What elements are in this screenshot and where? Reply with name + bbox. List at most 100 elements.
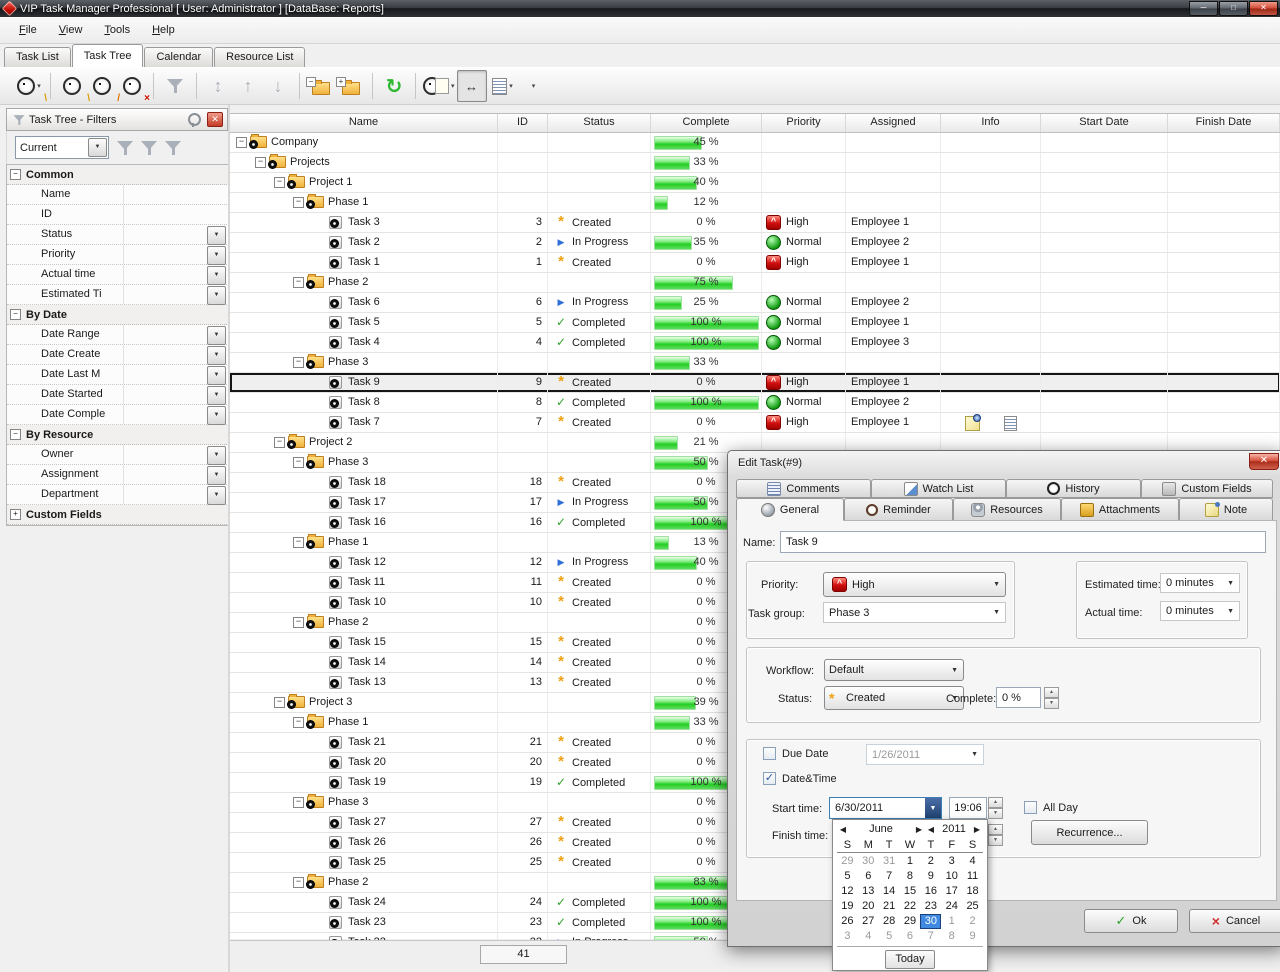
folder-row[interactable]: −Phase 333 % xyxy=(230,353,1280,373)
task-row[interactable]: Task 33*Created0 %^HighEmployee 1 xyxy=(230,213,1280,233)
tab-task-list[interactable]: Task List xyxy=(4,47,71,67)
calendar-day[interactable]: 8 xyxy=(941,929,962,944)
tree-collapse-icon[interactable]: − xyxy=(255,157,266,168)
task-name-input[interactable]: Task 9 xyxy=(780,531,1266,553)
new-item-button[interactable]: \▾ xyxy=(15,71,43,101)
task-row[interactable]: Task 66▶In Progress25 %NormalEmployee 2 xyxy=(230,293,1280,313)
calendar-day[interactable]: 5 xyxy=(837,869,858,884)
calendar-day[interactable]: 22 xyxy=(900,899,921,914)
priority-combobox[interactable]: ^ High ▼ xyxy=(823,572,1006,597)
tab-resource-list[interactable]: Resource List xyxy=(214,47,305,67)
fit-columns-button[interactable]: ↔ xyxy=(457,70,487,102)
filter-dropdown-button[interactable]: ▼ xyxy=(207,266,226,285)
date-time-checkbox[interactable]: ✓ xyxy=(763,772,776,785)
calendar-day[interactable]: 19 xyxy=(837,899,858,914)
toolbar-overflow-button[interactable]: ▾ xyxy=(519,71,547,101)
task-row[interactable]: Task 99*Created0 %^HighEmployee 1 xyxy=(230,373,1280,393)
folder-row[interactable]: −Projects33 % xyxy=(230,153,1280,173)
dialog-tab-custom-fields[interactable]: Custom Fields xyxy=(1141,479,1273,498)
filter-panel-close-button[interactable]: ✕ xyxy=(207,112,223,127)
move-down-button[interactable]: ↓ xyxy=(264,71,292,101)
filter-section-by-resource[interactable]: −By Resource xyxy=(7,425,229,445)
actual-time-combobox[interactable]: 0 minutes ▼ xyxy=(1160,601,1240,621)
start-time-input[interactable]: 19:06 xyxy=(949,797,987,819)
apply-filter-button[interactable] xyxy=(117,140,133,156)
calendar-day[interactable]: 24 xyxy=(941,899,962,914)
tree-collapse-icon[interactable]: − xyxy=(293,277,304,288)
calendar-day[interactable]: 23 xyxy=(920,899,941,914)
new-task-button[interactable]: \ xyxy=(58,71,86,101)
calendar-day[interactable]: 18 xyxy=(962,884,983,899)
column-header-info[interactable]: Info xyxy=(941,114,1041,132)
save-filter-button[interactable] xyxy=(141,140,157,156)
calendar-day[interactable]: 29 xyxy=(900,914,921,929)
calendar-day[interactable]: 17 xyxy=(941,884,962,899)
filter-dropdown-button[interactable]: ▼ xyxy=(207,486,226,505)
task-group-combobox[interactable]: Phase 3 ▼ xyxy=(823,602,1006,623)
column-header-name[interactable]: Name xyxy=(230,114,498,132)
collapse-box-icon[interactable]: − xyxy=(10,309,21,320)
folder-row[interactable]: −Phase 275 % xyxy=(230,273,1280,293)
spin-down-icon[interactable]: ▼ xyxy=(988,808,1003,819)
filter-dropdown-button[interactable]: ▼ xyxy=(207,286,226,305)
calendar-day[interactable]: 6 xyxy=(858,869,879,884)
filter-dropdown-button[interactable]: ▼ xyxy=(207,386,226,405)
filter-dropdown-button[interactable]: ▼ xyxy=(207,326,226,345)
tab-task-tree[interactable]: Task Tree xyxy=(72,44,144,67)
calendar-day[interactable]: 21 xyxy=(879,899,900,914)
cancel-button[interactable]: × Cancel xyxy=(1189,909,1280,933)
recurrence-button[interactable]: Recurrence... xyxy=(1031,820,1148,845)
complete-spinner[interactable]: ▲▼ xyxy=(1044,687,1059,708)
calendar-day[interactable]: 15 xyxy=(900,884,921,899)
tree-collapse-icon[interactable]: − xyxy=(274,437,285,448)
tree-collapse-icon[interactable]: − xyxy=(293,457,304,468)
filter-dropdown-button[interactable]: ▼ xyxy=(207,226,226,245)
calendar-day[interactable]: 29 xyxy=(837,854,858,869)
collapse-box-icon[interactable]: − xyxy=(10,429,21,440)
folder-row[interactable]: −Company45 % xyxy=(230,133,1280,153)
column-header-start-date[interactable]: Start Date xyxy=(1041,114,1168,132)
tree-collapse-icon[interactable]: − xyxy=(293,617,304,628)
calendar-day[interactable]: 26 xyxy=(837,914,858,929)
dialog-tab-resources[interactable]: Resources xyxy=(953,498,1061,521)
minimize-button[interactable]: ─ xyxy=(1189,1,1218,16)
dialog-tab-watch-list[interactable]: Watch List xyxy=(871,479,1006,498)
details-icon[interactable] xyxy=(1004,416,1017,431)
spin-up-icon[interactable]: ▲ xyxy=(1044,687,1059,698)
close-button[interactable]: ✕ xyxy=(1249,1,1278,16)
maximize-button[interactable]: □ xyxy=(1219,1,1248,16)
estimated-time-combobox[interactable]: 0 minutes ▼ xyxy=(1160,573,1240,593)
start-date-combobox[interactable]: 6/30/2011 ▼ xyxy=(829,797,942,819)
spin-down-icon[interactable]: ▼ xyxy=(988,835,1003,846)
calendar-day[interactable]: 13 xyxy=(858,884,879,899)
tree-collapse-icon[interactable]: − xyxy=(293,537,304,548)
menu-tools[interactable]: Tools xyxy=(95,21,139,39)
calendar-dropdown-button[interactable]: ▼ xyxy=(925,798,941,818)
start-time-spinner[interactable]: ▲▼ xyxy=(988,797,1003,819)
tree-collapse-icon[interactable]: − xyxy=(293,357,304,368)
calendar-day[interactable]: 25 xyxy=(962,899,983,914)
calendar-day[interactable]: 30 xyxy=(858,854,879,869)
today-button[interactable]: Today xyxy=(885,950,935,969)
filter-section-custom-fields[interactable]: +Custom Fields xyxy=(7,505,229,525)
calendar-day[interactable]: 4 xyxy=(962,854,983,869)
dialog-tab-attachments[interactable]: Attachments xyxy=(1061,498,1179,521)
column-header-status[interactable]: Status xyxy=(548,114,651,132)
calendar-day[interactable]: 11 xyxy=(962,869,983,884)
column-header-assigned[interactable]: Assigned xyxy=(846,114,941,132)
finish-time-spinner[interactable]: ▲▼ xyxy=(988,824,1003,846)
move-up-button[interactable]: ↑ xyxy=(234,71,262,101)
clear-filter-button[interactable] xyxy=(165,140,181,156)
menu-view[interactable]: View xyxy=(50,21,92,39)
tree-collapse-icon[interactable]: − xyxy=(293,877,304,888)
due-date-checkbox[interactable] xyxy=(763,747,776,760)
filter-dropdown-button[interactable]: ▼ xyxy=(207,366,226,385)
edit-task-button[interactable]: / xyxy=(88,71,116,101)
column-header-complete[interactable]: Complete xyxy=(651,114,762,132)
tree-collapse-icon[interactable]: − xyxy=(293,717,304,728)
folder-row[interactable]: −Project 140 % xyxy=(230,173,1280,193)
workflow-combobox[interactable]: Default ▼ xyxy=(824,659,964,681)
filter-dropdown-button[interactable]: ▼ xyxy=(207,466,226,485)
task-row[interactable]: Task 77*Created0 %^HighEmployee 1 xyxy=(230,413,1280,433)
dialog-tab-reminder[interactable]: Reminder xyxy=(844,498,953,521)
